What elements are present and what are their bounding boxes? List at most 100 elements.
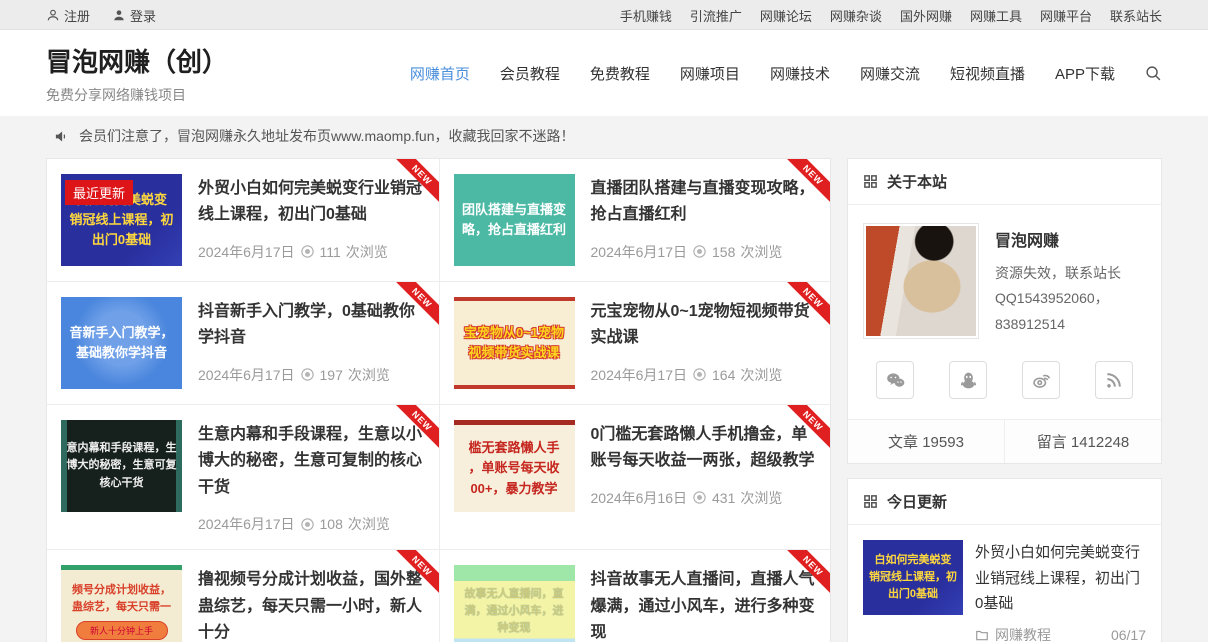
post-card[interactable]: NEW 槛无套路懒人手 ，单账号每天收 00+，暴力教学 0门槛无套路懒人手机撸… (439, 404, 831, 549)
topbar-link-forum[interactable]: 网赚论坛 (760, 6, 812, 25)
topbar-link-platform[interactable]: 网赚平台 (1040, 6, 1092, 25)
site-title[interactable]: 冒泡网赚（创） (46, 42, 228, 79)
nav-projects[interactable]: 网赚项目 (680, 63, 740, 84)
nav-free-tutorials[interactable]: 免费教程 (590, 63, 650, 84)
post-card[interactable]: NEW 团队搭建与直播变 略，抢占直播红利 直播团队搭建与直播变现攻略，抢占直播… (439, 159, 831, 281)
nav-home[interactable]: 网赚首页 (410, 63, 470, 84)
post-title[interactable]: 抖音故事无人直播间，直播人气爆满，通过小风车，进行多种变现 (591, 567, 817, 642)
post-views: 431 (712, 490, 735, 506)
post-card[interactable]: NEW 音新手入门教学， 基础教你学抖音 抖音新手入门教学，0基础教你学抖音 2… (47, 281, 439, 404)
weibo-icon (1031, 370, 1052, 391)
post-views: 164 (712, 367, 735, 383)
post-thumbnail[interactable]: 最近更新 白如何完美蜕变 销冠线上课程，初 出门0基础 (61, 174, 182, 266)
post-date: 2024年6月17日 (198, 242, 295, 262)
qq-icon (958, 370, 979, 391)
new-ribbon: NEW (393, 550, 439, 596)
post-title[interactable]: 元宝宠物从0~1宠物短视频带货实战课 (591, 299, 817, 352)
post-views-suffix: 次浏览 (348, 365, 390, 385)
topbar-link-overseas[interactable]: 国外网赚 (900, 6, 952, 25)
nav-shortvideo-live[interactable]: 短视频直播 (950, 63, 1025, 84)
topbar-link-traffic[interactable]: 引流推广 (690, 6, 742, 25)
post-card[interactable]: NEW 意内幕和手段课程，生 博大的秘密，生意可复 核心干货 生意内幕和手段课程… (47, 404, 439, 549)
grid-icon (863, 494, 878, 509)
today-item[interactable]: 白如何完美蜕变 销冠线上课程，初 出门0基础 外贸小白如何完美蜕变行业销冠线上课… (848, 525, 1161, 642)
nav-tech[interactable]: 网赚技术 (770, 63, 830, 84)
post-date: 2024年6月17日 (198, 514, 295, 534)
post-card[interactable]: NEW 宝宠物从0~1宠物 视频带货实战课 元宝宠物从0~1宠物短视频带货实战课… (439, 281, 831, 404)
post-thumbnail[interactable]: 宝宠物从0~1宠物 视频带货实战课 (454, 297, 575, 389)
nav-exchange[interactable]: 网赚交流 (860, 63, 920, 84)
eye-icon (692, 244, 707, 259)
post-title[interactable]: 抖音新手入门教学，0基础教你学抖音 (198, 299, 425, 352)
topbar-link-misc[interactable]: 网赚杂谈 (830, 6, 882, 25)
topbar-link-contact[interactable]: 联系站长 (1110, 6, 1162, 25)
post-title[interactable]: 外贸小白如何完美蜕变行业销冠线上课程，初出门0基础 (198, 176, 425, 229)
post-title[interactable]: 生意内幕和手段课程，生意以小博大的秘密，生意可复制的核心干货 (198, 422, 425, 501)
site-branding[interactable]: 冒泡网赚（创） 免费分享网络赚钱项目 (46, 42, 228, 105)
today-item-title[interactable]: 外贸小白如何完美蜕变行业销冠线上课程，初出门0基础 (975, 540, 1146, 617)
post-date: 2024年6月17日 (591, 365, 688, 385)
social-links (848, 345, 1161, 419)
today-widget-title: 今日更新 (887, 491, 947, 512)
site-subtitle: 免费分享网络赚钱项目 (46, 85, 228, 105)
new-ribbon: NEW (393, 282, 439, 328)
post-views: 158 (712, 244, 735, 260)
new-ribbon: NEW (784, 550, 830, 596)
post-thumbnail[interactable]: 故事无人直播间，直 满，通过小风车，进 种变现 (454, 565, 575, 642)
post-views-suffix: 次浏览 (740, 365, 782, 385)
nav-app-download[interactable]: APP下载 (1055, 63, 1115, 84)
post-meta: 2024年6月17日 197 次浏览 (198, 365, 425, 385)
post-thumbnail[interactable]: 意内幕和手段课程，生 博大的秘密，生意可复 核心干货 (61, 420, 182, 512)
announcement-text[interactable]: 会员们注意了，冒泡网赚永久地址发布页www.maomp.fun，收藏我回家不迷路… (79, 126, 574, 146)
person-filled-icon (112, 8, 126, 22)
qq-button[interactable] (949, 361, 987, 399)
recent-update-badge: 最近更新 (65, 180, 133, 205)
register-label: 注册 (64, 6, 90, 25)
site-header: 冒泡网赚（创） 免费分享网络赚钱项目 网赚首页 会员教程 免费教程 网赚项目 网… (0, 30, 1208, 116)
register-link[interactable]: 注册 (46, 6, 90, 25)
post-card[interactable]: NEW 最近更新 白如何完美蜕变 销冠线上课程，初 出门0基础 外贸小白如何完美… (47, 159, 439, 281)
wechat-button[interactable] (876, 361, 914, 399)
post-views: 111 (320, 244, 341, 260)
post-date: 2024年6月17日 (198, 365, 295, 385)
weibo-button[interactable] (1022, 361, 1060, 399)
eye-icon (692, 490, 707, 505)
main-nav: 网赚首页 会员教程 免费教程 网赚项目 网赚技术 网赚交流 短视频直播 APP下… (410, 63, 1162, 84)
post-title[interactable]: 撸视频号分成计划收益，国外整蛊综艺，每天只需一小时，新人十分 (198, 567, 425, 642)
post-card[interactable]: NEW 故事无人直播间，直 满，通过小风车，进 种变现 抖音故事无人直播间，直播… (439, 549, 831, 642)
today-item-category[interactable]: 网赚教程 (975, 625, 1051, 642)
post-card[interactable]: NEW 频号分成计划收益， 蛊综艺，每天只需一 新人十分钟上手 撸视频号分成计划… (47, 549, 439, 642)
post-thumbnail[interactable]: 频号分成计划收益， 蛊综艺，每天只需一 新人十分钟上手 (61, 565, 182, 642)
login-link[interactable]: 登录 (112, 6, 156, 25)
post-thumbnail[interactable]: 音新手入门教学， 基础教你学抖音 (61, 297, 182, 389)
eye-icon (692, 367, 707, 382)
new-ribbon: NEW (784, 159, 830, 205)
today-item-date: 06/17 (1111, 627, 1146, 642)
about-description: 资源失效，联系站长QQ1543952060，838912514 (995, 261, 1146, 339)
new-ribbon: NEW (393, 405, 439, 451)
announcement-bar: 会员们注意了，冒泡网赚永久地址发布页www.maomp.fun，收藏我回家不迷路… (0, 116, 1208, 158)
post-meta: 2024年6月17日 111 次浏览 (198, 242, 425, 262)
topbar-link-tools[interactable]: 网赚工具 (970, 6, 1022, 25)
login-label: 登录 (130, 6, 156, 25)
new-ribbon: NEW (393, 159, 439, 205)
post-views: 108 (320, 516, 343, 532)
post-title[interactable]: 0门槛无套路懒人手机撸金，单账号每天收益一两张，超级教学 (591, 422, 817, 475)
person-outline-icon (46, 8, 60, 22)
post-meta: 2024年6月17日 158 次浏览 (591, 242, 817, 262)
topbar-link-mobile[interactable]: 手机赚钱 (620, 6, 672, 25)
today-thumbnail[interactable]: 白如何完美蜕变 销冠线上课程，初 出门0基础 (863, 540, 963, 615)
new-ribbon: NEW (784, 405, 830, 451)
new-ribbon: NEW (784, 282, 830, 328)
post-title[interactable]: 直播团队搭建与直播变现攻略，抢占直播红利 (591, 176, 817, 229)
nav-member-tutorials[interactable]: 会员教程 (500, 63, 560, 84)
post-grid: NEW 最近更新 白如何完美蜕变 销冠线上课程，初 出门0基础 外贸小白如何完美… (46, 158, 831, 642)
post-meta: 2024年6月17日 108 次浏览 (198, 514, 425, 534)
speaker-icon (54, 129, 69, 144)
post-thumbnail[interactable]: 槛无套路懒人手 ，单账号每天收 00+，暴力教学 (454, 420, 575, 512)
rss-button[interactable] (1095, 361, 1133, 399)
grid-icon (863, 174, 878, 189)
rss-icon (1104, 370, 1124, 390)
post-thumbnail[interactable]: 团队搭建与直播变 略，抢占直播红利 (454, 174, 575, 266)
search-icon[interactable] (1145, 65, 1162, 82)
